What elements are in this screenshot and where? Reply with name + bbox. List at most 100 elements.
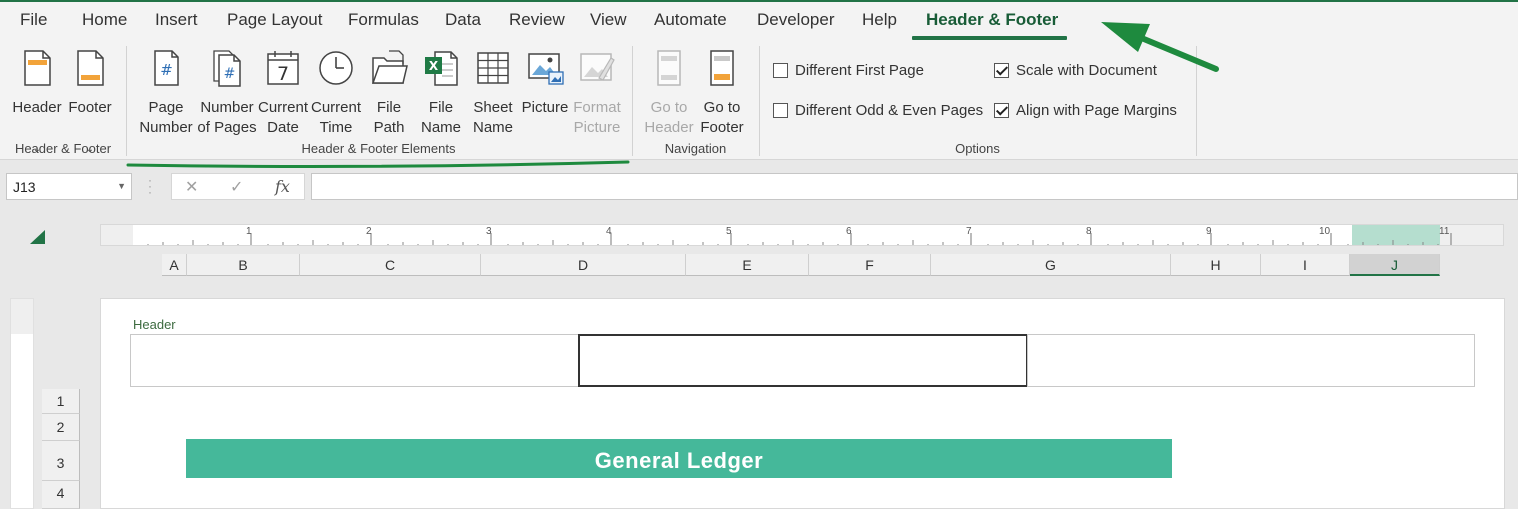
footer-button-label: Footer: [68, 99, 112, 116]
ruler-number: 9: [1206, 226, 1212, 237]
align-with-margins-option[interactable]: Align with Page Margins: [994, 102, 1177, 119]
ruler-number: 1: [246, 226, 252, 237]
tab-view[interactable]: View: [590, 10, 627, 30]
tab-formulas[interactable]: Formulas: [348, 10, 419, 30]
header-button[interactable]: Header ⌄: [8, 48, 66, 155]
ruler-number: 10: [1319, 226, 1331, 237]
name-box-value: J13: [13, 179, 36, 195]
header-button-label: Header: [12, 99, 62, 116]
excel-file-icon: X: [425, 51, 458, 86]
general-ledger-banner: General Ledger: [186, 439, 1172, 478]
go-to-header-label: Go to Header: [644, 99, 694, 136]
sheet-name-button[interactable]: Sheet Name: [468, 48, 518, 138]
column-header-e[interactable]: E: [686, 254, 809, 276]
file-name-button[interactable]: X File Name: [416, 48, 466, 138]
footer-button[interactable]: Footer ⌄: [64, 48, 116, 155]
vertical-dots-icon[interactable]: · · ·: [148, 174, 152, 198]
footer-doc-icon: [77, 50, 104, 86]
file-path-label: File Path: [373, 99, 405, 136]
number-of-pages-button[interactable]: # Number of Pages: [196, 48, 258, 138]
row-header-4[interactable]: 4: [42, 481, 80, 509]
ruler-number: 2: [366, 226, 372, 237]
tab-help[interactable]: Help: [862, 10, 897, 30]
horizontal-ruler: 1 2 3 4 5 6 7 8 9 10 11: [100, 224, 1504, 246]
go-to-header-button[interactable]: Go to Header: [643, 48, 695, 138]
column-header-j[interactable]: J: [1350, 254, 1440, 276]
picture-label: Picture: [521, 99, 569, 116]
different-odd-even-checkbox[interactable]: [773, 103, 788, 118]
current-date-button[interactable]: 7 Current Date: [257, 48, 309, 138]
column-header-i[interactable]: I: [1261, 254, 1350, 276]
group-separator: [632, 46, 633, 156]
current-time-button[interactable]: Current Time: [310, 48, 362, 138]
svg-text:7: 7: [277, 63, 289, 85]
ruler-number: 5: [726, 226, 732, 237]
tab-header-footer[interactable]: Header & Footer: [926, 10, 1058, 30]
ruler-ticks: [147, 233, 1452, 245]
formula-tools: ✕ ✓ fx: [171, 173, 305, 200]
page-number-label: Page Number: [139, 99, 193, 136]
number-of-pages-label: Number of Pages: [197, 99, 257, 136]
group-label-header-footer: Header & Footer: [14, 141, 112, 156]
picture-icon: [528, 53, 564, 85]
different-odd-even-option[interactable]: Different Odd & Even Pages: [773, 102, 983, 119]
current-time-label: Current Time: [310, 99, 362, 136]
clock-icon: [319, 51, 353, 85]
format-picture-label: Format Picture: [573, 99, 621, 136]
row-header-1[interactable]: 1: [42, 389, 80, 414]
ruler-number: 8: [1086, 226, 1092, 237]
different-first-page-option[interactable]: Different First Page: [773, 62, 924, 79]
column-header-h[interactable]: H: [1171, 254, 1261, 276]
select-all-corner[interactable]: [30, 230, 45, 244]
format-picture-button[interactable]: Format Picture: [569, 48, 625, 138]
row-header-3[interactable]: 3: [42, 441, 80, 481]
header-label: Header: [133, 317, 176, 332]
number-of-pages-icon: #: [213, 50, 241, 87]
column-header-g[interactable]: G: [931, 254, 1171, 276]
go-to-footer-button[interactable]: Go to Footer: [696, 48, 748, 138]
group-label-elements: Header & Footer Elements: [301, 141, 456, 156]
header-doc-icon: [24, 50, 51, 86]
formula-input[interactable]: [311, 173, 1518, 200]
ruler-number: 7: [966, 226, 972, 237]
format-picture-icon: [580, 53, 615, 81]
vertical-ruler-margin: [11, 299, 33, 334]
sheet-name-label: Sheet Name: [472, 99, 513, 136]
tab-insert[interactable]: Insert: [155, 10, 198, 30]
different-first-page-checkbox[interactable]: [773, 63, 788, 78]
cancel-icon[interactable]: ✕: [185, 177, 198, 197]
page-layout-sheet: Header General Ledger: [100, 298, 1505, 509]
insert-function-icon[interactable]: fx: [275, 177, 290, 196]
tab-review[interactable]: Review: [509, 10, 565, 30]
svg-text:X: X: [429, 59, 439, 73]
file-name-label: File Name: [420, 99, 461, 136]
vertical-ruler: [10, 298, 34, 509]
scale-with-document-option[interactable]: Scale with Document: [994, 62, 1157, 79]
column-header-d[interactable]: D: [481, 254, 686, 276]
header-right-section[interactable]: [1027, 334, 1475, 387]
tab-developer[interactable]: Developer: [757, 10, 835, 30]
file-path-button[interactable]: File Path: [364, 48, 414, 138]
current-date-label: Current Date: [257, 99, 309, 136]
tab-file[interactable]: File: [20, 10, 47, 30]
column-header-b[interactable]: B: [187, 254, 300, 276]
svg-text:#: #: [224, 66, 236, 82]
column-header-f[interactable]: F: [809, 254, 931, 276]
row-header-2[interactable]: 2: [42, 414, 80, 441]
picture-button[interactable]: Picture: [519, 48, 571, 138]
page-number-button[interactable]: # Page Number: [138, 48, 194, 138]
column-header-c[interactable]: C: [300, 254, 481, 276]
tab-automate[interactable]: Automate: [654, 10, 727, 30]
header-center-section[interactable]: [578, 334, 1028, 387]
page-number-icon: #: [154, 50, 179, 86]
enter-icon[interactable]: ✓: [230, 177, 243, 197]
tab-home[interactable]: Home: [82, 10, 127, 30]
tab-page-layout[interactable]: Page Layout: [227, 10, 322, 30]
scale-with-document-checkbox[interactable]: [994, 63, 1009, 78]
name-box[interactable]: J13 ▼: [6, 173, 132, 200]
tab-data[interactable]: Data: [445, 10, 481, 30]
column-header-a[interactable]: A: [162, 254, 187, 276]
align-with-margins-checkbox[interactable]: [994, 103, 1009, 118]
header-left-section[interactable]: [130, 334, 579, 387]
chevron-down-icon[interactable]: ▼: [117, 181, 126, 191]
